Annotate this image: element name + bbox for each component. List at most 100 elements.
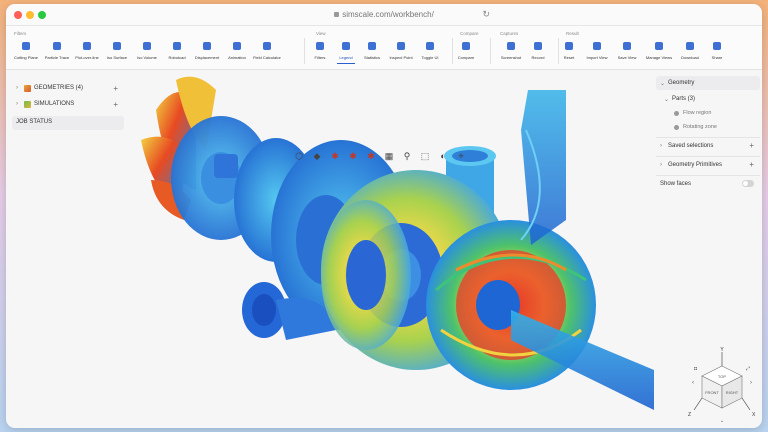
tool-label: Field Calculator [253, 55, 281, 60]
simulation-icon [24, 100, 31, 108]
chevron-down-icon: ⌄ [660, 80, 666, 87]
rotate-right-icon[interactable]: › [750, 380, 752, 386]
legend-icon [342, 42, 350, 50]
box-select-icon[interactable]: ⬚ [419, 150, 431, 162]
job-status-label: JOB STATUS [16, 119, 53, 125]
tool-label: Compare [457, 55, 475, 60]
particle-trace-icon [53, 42, 61, 50]
add-selection-button[interactable]: + [749, 141, 754, 150]
chevron-down-icon: ⌄ [664, 96, 670, 103]
simulations-label: SIMULATIONS [34, 101, 75, 107]
show-faces-row: Show faces [656, 175, 760, 191]
cutting-plane-icon [22, 42, 30, 50]
lock-icon [334, 12, 340, 17]
cube-face-top[interactable]: TOP [718, 374, 726, 379]
job-status-section[interactable]: JOB STATUS [12, 116, 124, 130]
part-label: Flow region [683, 110, 712, 116]
add-geometry-button[interactable]: + [113, 84, 118, 93]
robotcad-icon [173, 42, 181, 50]
filters-icon [316, 42, 324, 50]
add-primitive-button[interactable]: + [749, 160, 754, 169]
reload-icon[interactable]: ↻ [482, 9, 490, 20]
save-view-button[interactable]: Save View [609, 42, 645, 60]
cube-face-right[interactable]: RIGHT [726, 390, 739, 395]
3d-viewport[interactable]: ⬡ ◆ ✱ ✱ ✱ ▦ ⚲ ⬚ ◐ ⌖ [126, 70, 654, 428]
chevron-right-icon[interactable]: › [16, 101, 24, 107]
animation-icon [233, 42, 241, 50]
simulations-tree-item[interactable]: › SIMULATIONS + [12, 96, 124, 112]
chevron-right-icon: › [660, 142, 662, 149]
record-icon [534, 42, 542, 50]
share-button[interactable]: Share [699, 42, 735, 60]
cfd-render [141, 76, 654, 410]
axis-x-label: X [752, 412, 756, 418]
show-faces-toggle[interactable] [742, 180, 754, 187]
ribbon-toolbar: Filters Cutting Plane Particle Trace Plo… [6, 26, 762, 70]
geometries-tree-item[interactable]: › GEOMETRIES (4) + [12, 80, 124, 96]
url-text: simscale.com/workbench/ [342, 10, 434, 19]
saved-selections-item[interactable]: › Saved selections + [656, 137, 760, 153]
view-cube-graphic: TOP FRONT RIGHT Y X Z ⌄ ‹ › ◘ ⤢ [688, 347, 756, 424]
save-icon [623, 42, 631, 50]
shaft-coupling [214, 154, 238, 178]
group-label-view: View [316, 31, 326, 36]
part-dot-icon [674, 124, 679, 130]
geometry-header[interactable]: ⌄ Geometry [656, 76, 760, 90]
saved-selections-label: Saved selections [668, 142, 714, 149]
download-icon [686, 42, 694, 50]
chevron-right-icon: › [660, 161, 662, 168]
add-simulation-button[interactable]: + [113, 100, 118, 109]
solid-view-icon[interactable]: ◆ [311, 150, 323, 162]
cube-face-front[interactable]: FRONT [705, 390, 719, 395]
toggle-ui-button[interactable]: Toggle UI [412, 42, 448, 60]
displacement-icon [203, 42, 211, 50]
reset-icon [565, 42, 573, 50]
hide-icon[interactable]: ◐ [437, 150, 449, 162]
camera-icon [507, 42, 515, 50]
mesh-view-icon[interactable]: ✱ [347, 150, 359, 162]
title-bar: simscale.com/workbench/ ↻ [6, 4, 762, 26]
address-bar[interactable]: simscale.com/workbench/ [6, 10, 762, 19]
cube-view-icon[interactable]: ⬡ [293, 150, 305, 162]
wireframe-view-icon[interactable]: ✱ [365, 150, 377, 162]
field-calculator-button[interactable]: Field Calculator [249, 42, 285, 60]
fit-view-icon[interactable]: ⤢ [746, 366, 750, 372]
parts-item[interactable]: ⌄ Parts (3) [656, 92, 760, 106]
show-faces-label: Show faces [660, 180, 692, 187]
group-label-captures: Captures [500, 31, 519, 36]
grid-view-icon[interactable]: ▦ [383, 150, 395, 162]
streamlines [426, 90, 654, 410]
iso-surface-icon [113, 42, 121, 50]
tool-label: Toggle UI [421, 55, 439, 60]
geometry-primitives-item[interactable]: › Geometry Primitives + [656, 156, 760, 172]
rotate-down-icon[interactable]: ⌄ [720, 418, 724, 424]
group-label-result: Result [566, 31, 579, 36]
plot-over-line-icon [83, 42, 91, 50]
inspect-point-icon [397, 42, 405, 50]
tool-label: Save View [617, 55, 637, 60]
geometry-icon [24, 84, 31, 92]
iso-volume-icon [143, 42, 151, 50]
part-rotating-zone[interactable]: Rotating zone [656, 120, 760, 134]
chevron-right-icon[interactable]: › [16, 85, 24, 91]
toggle-ui-icon [426, 42, 434, 50]
toolbar-divider [490, 38, 491, 64]
manage-views-icon [655, 42, 663, 50]
geometry-primitives-label: Geometry Primitives [668, 161, 723, 168]
rotate-left-icon[interactable]: ‹ [692, 380, 694, 386]
view-cube[interactable]: TOP FRONT RIGHT Y X Z ⌄ ‹ › ◘ ⤢ [686, 346, 758, 424]
camera-view-icon[interactable]: ◘ [694, 366, 697, 372]
pick-icon[interactable]: ⌖ [455, 150, 467, 162]
part-label: Rotating zone [683, 124, 717, 130]
parts-label: Parts (3) [672, 96, 696, 102]
compare-button[interactable]: Compare [448, 42, 484, 60]
pin-icon[interactable]: ⚲ [401, 150, 413, 162]
import-icon [593, 42, 601, 50]
field-calculator-icon [263, 42, 271, 50]
geometry-title: Geometry [668, 80, 695, 86]
compare-icon [462, 42, 470, 50]
surface-view-icon[interactable]: ✱ [329, 150, 341, 162]
part-dot-icon [674, 110, 679, 116]
axis-z-label: Z [688, 412, 691, 418]
part-flow-region[interactable]: Flow region [656, 106, 760, 120]
